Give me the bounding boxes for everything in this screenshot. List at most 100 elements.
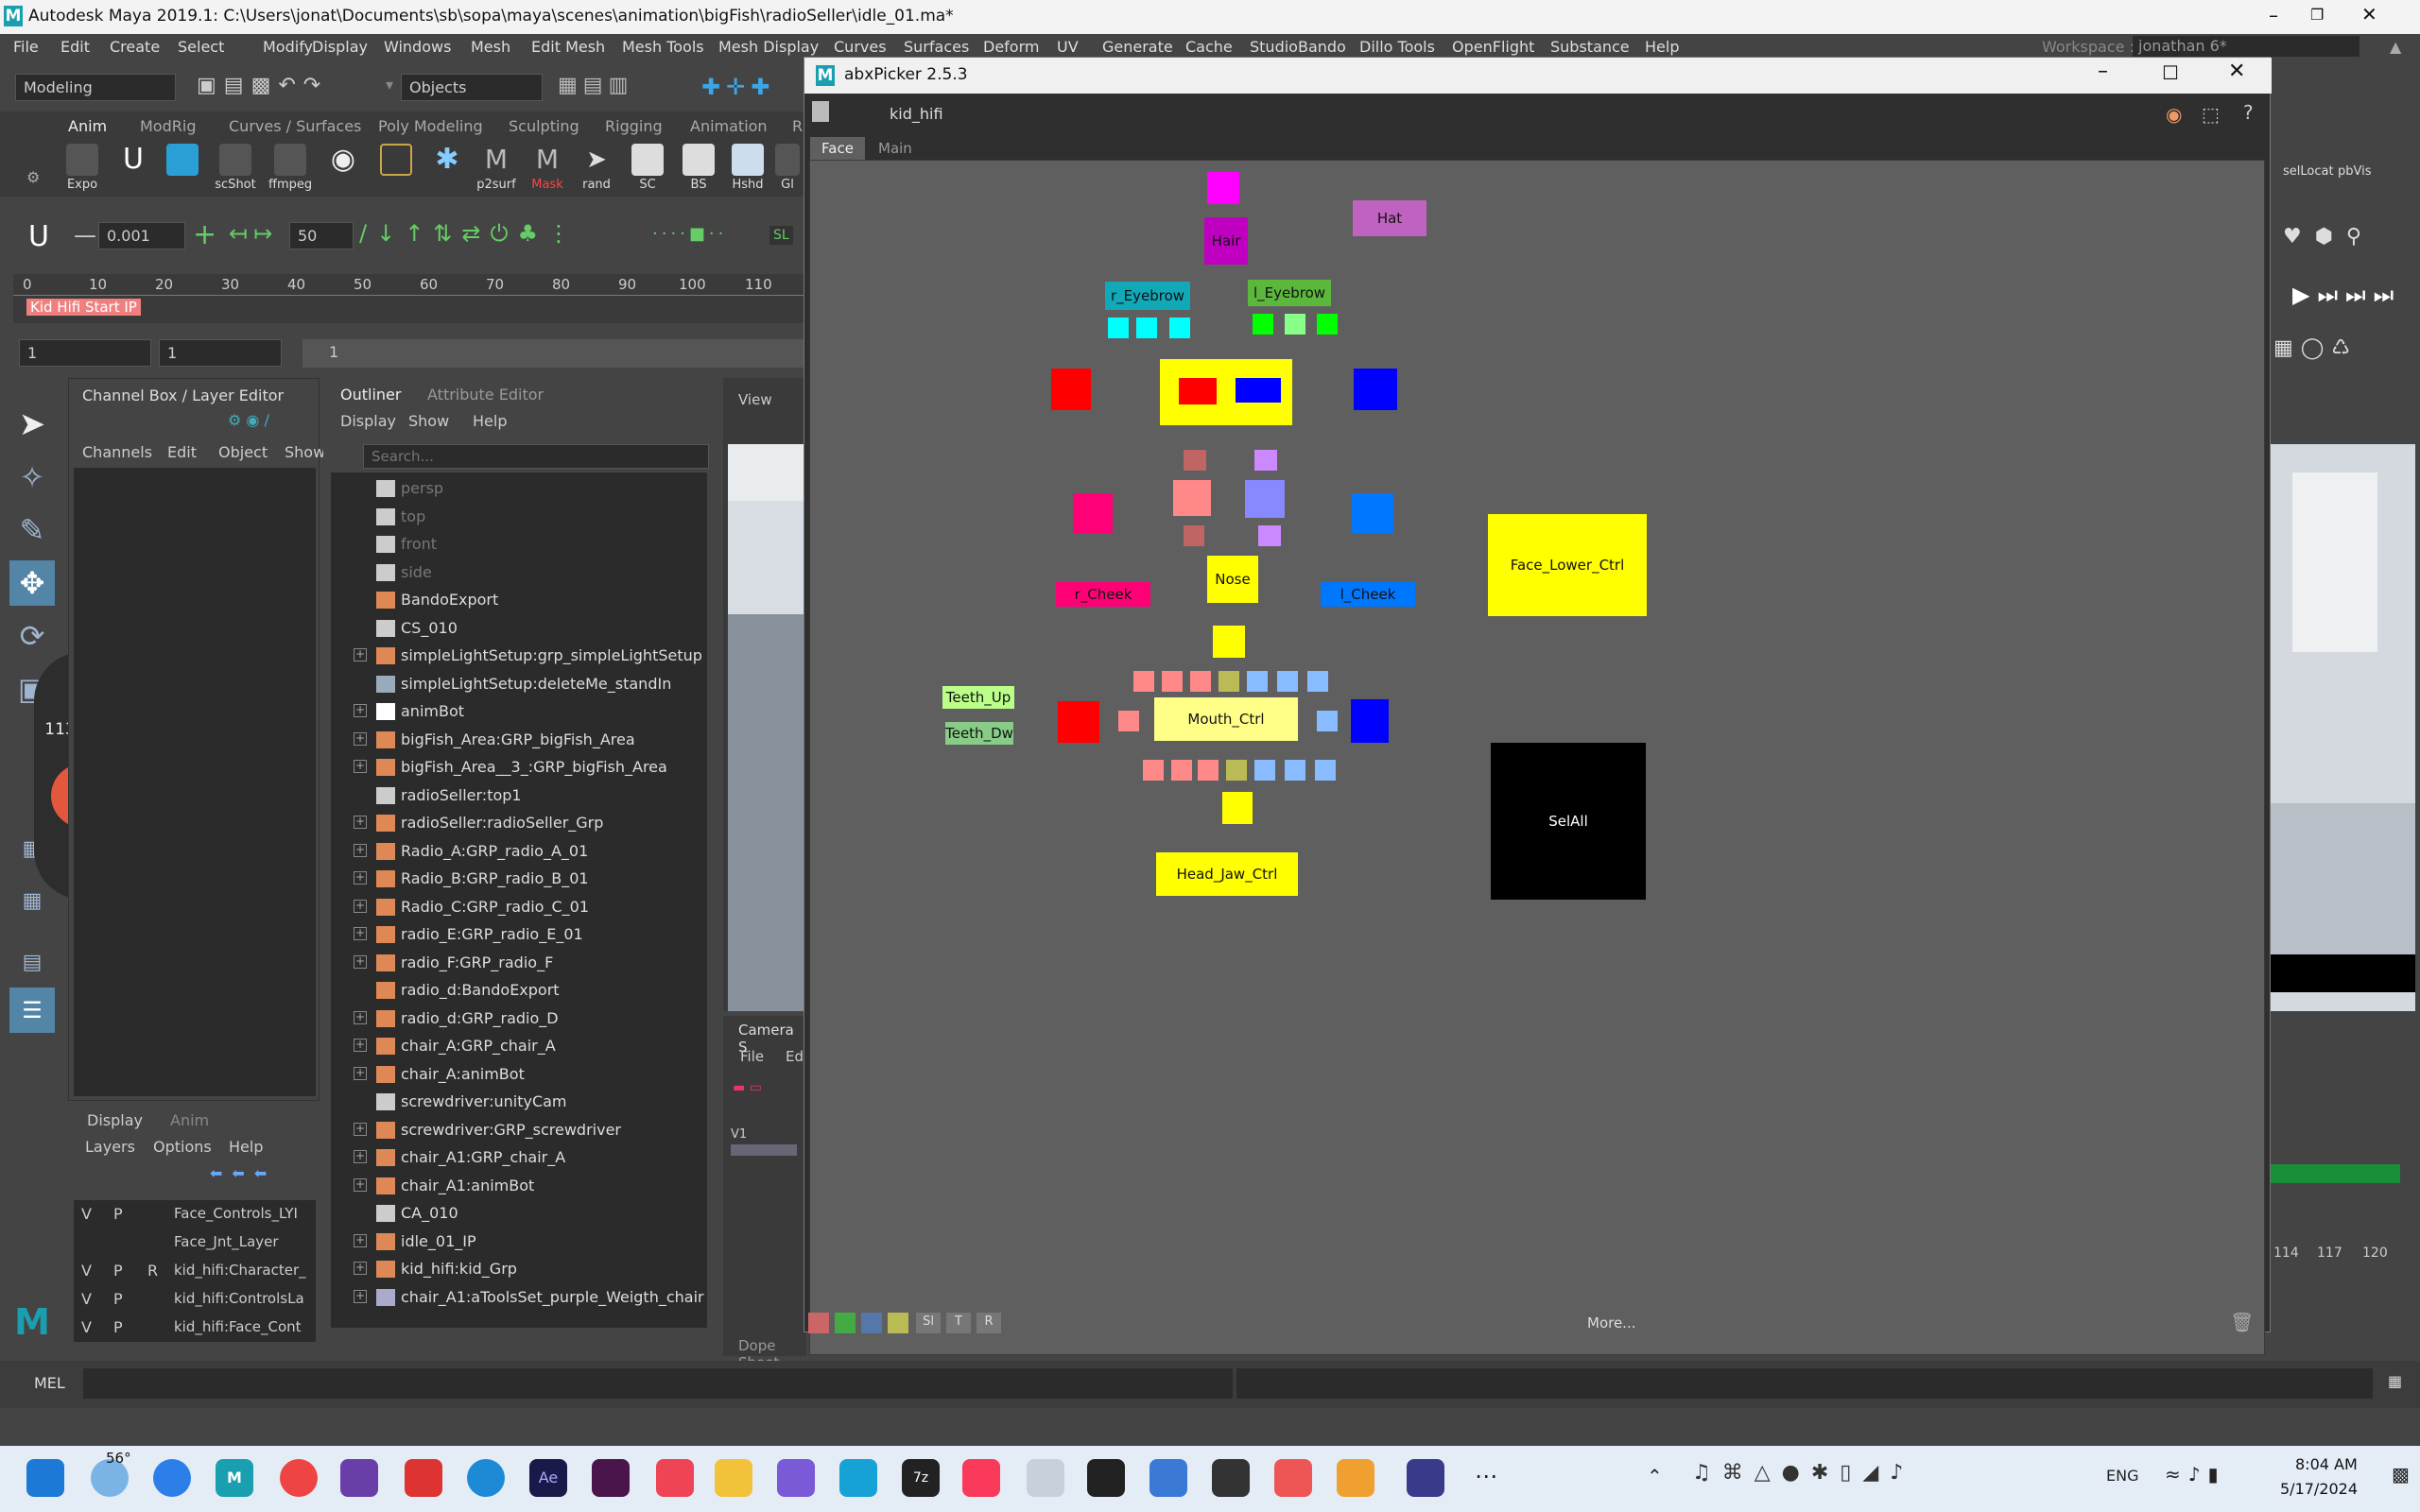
edge-icon[interactable] [467, 1459, 505, 1497]
menu-edit-mesh[interactable]: Edit Mesh [531, 38, 605, 56]
menu-create[interactable]: Create [110, 38, 160, 56]
expand-icon[interactable]: + [354, 1177, 367, 1192]
lower-lip-sub-control[interactable] [1226, 760, 1247, 781]
shelf-tab-r[interactable]: R [792, 117, 803, 135]
picker-minimize-icon[interactable]: – [2098, 60, 2108, 83]
chin-control[interactable] [1222, 792, 1253, 824]
menu-deform[interactable]: Deform [983, 38, 1039, 56]
more-button[interactable]: More... [1587, 1314, 1636, 1332]
trash-icon[interactable]: 🗑 [2230, 1311, 2254, 1333]
menu-windows[interactable]: Windows [384, 38, 451, 56]
color-swatch-blue[interactable] [861, 1313, 882, 1333]
shelf-ffmpeg-button[interactable]: ffmpeg [268, 144, 312, 193]
outliner-layout-icon[interactable]: ☰ [9, 988, 55, 1033]
layer-reference[interactable]: R [147, 1262, 158, 1280]
menu-modify[interactable]: Modify [263, 38, 313, 56]
r-mouth-corner-control[interactable] [1058, 701, 1099, 743]
outliner-item[interactable]: + idle_01_IP [331, 1228, 700, 1256]
shelf-gear-icon[interactable]: ⚙ [26, 168, 40, 186]
expand-icon[interactable]: + [354, 1010, 367, 1024]
outliner-item[interactable]: + chair_A1:GRP_chair_A [331, 1143, 700, 1172]
expand-icon[interactable]: + [354, 899, 367, 913]
outliner-menu-show[interactable]: Show [408, 412, 449, 430]
menu-mesh-tools[interactable]: Mesh Tools [622, 38, 704, 56]
outliner-item[interactable]: screwdriver:unityCam [331, 1088, 700, 1116]
r-eyebrow-control[interactable]: r_Eyebrow [1105, 282, 1190, 310]
network-volume-icons[interactable]: ≈♪▮ [2165, 1463, 2226, 1486]
plus-icon[interactable]: + [193, 218, 216, 251]
footer-r-button[interactable]: R [977, 1313, 1001, 1333]
footer-sl-button[interactable]: Sl [916, 1313, 941, 1333]
teeth-up-control[interactable]: Teeth_Up [942, 686, 1014, 709]
expand-icon[interactable]: + [354, 927, 367, 940]
channel-icons[interactable]: ⚙ ◉ ∕ [228, 411, 269, 429]
l-mouth-corner-control[interactable] [1351, 699, 1389, 743]
nose-sub-control[interactable] [1184, 450, 1206, 471]
shelf-magnet-button[interactable]: U [112, 144, 155, 193]
outliner-item[interactable]: CA_010 [331, 1199, 700, 1228]
explorer-icon[interactable] [715, 1459, 752, 1497]
shelf-tab-anim[interactable]: Anim [68, 117, 107, 135]
l-cheek-control[interactable]: l_Cheek [1321, 582, 1415, 607]
expand-icon[interactable]: + [354, 1066, 367, 1080]
r-mouth-sub-control[interactable] [1118, 711, 1139, 731]
color-swatch-yellow[interactable] [888, 1313, 908, 1333]
r-cheek-sub-control[interactable] [1073, 493, 1113, 533]
shelf-tab-curves[interactable]: Curves / Surfaces [229, 117, 361, 135]
sl-button[interactable]: SL [769, 226, 793, 245]
menu-mesh[interactable]: Mesh [471, 38, 510, 56]
channel-menu-channels[interactable]: Channels [82, 443, 152, 461]
picker-maximize-icon[interactable]: ☐ [2162, 61, 2179, 84]
start-frame-field[interactable]: 1 [19, 339, 151, 367]
app-icon[interactable] [656, 1459, 694, 1497]
l-eyebrow-control[interactable]: l_Eyebrow [1248, 280, 1331, 306]
picker-layers-icon[interactable]: ⬚ [2202, 103, 2220, 126]
outliner-item[interactable]: + chair_A:GRP_chair_A [331, 1032, 700, 1060]
mouth-control[interactable]: Mouth_Ctrl [1154, 697, 1298, 741]
upper-lip-sub-control[interactable] [1247, 671, 1268, 692]
slack-icon[interactable] [592, 1459, 630, 1497]
nose-sub-control[interactable] [1184, 525, 1204, 546]
shelf-expo-button[interactable]: Expo [60, 144, 104, 193]
layer-playback[interactable]: P [113, 1318, 123, 1336]
menu-display[interactable]: Display [312, 38, 368, 56]
restore-icon[interactable]: ❐ [2310, 6, 2324, 24]
layer-row[interactable]: V P kid_hifi:Face_Cont [74, 1314, 316, 1342]
expand-icon[interactable]: + [354, 731, 367, 746]
search-app-icon[interactable] [1337, 1459, 1374, 1497]
close-icon[interactable]: ✕ [2361, 3, 2377, 26]
lower-lip-sub-control[interactable] [1171, 760, 1192, 781]
expand-icon[interactable]: + [354, 760, 367, 773]
select-all-button[interactable]: SelAll [1491, 743, 1646, 900]
shelf-tab-rigging[interactable]: Rigging [605, 117, 663, 135]
channel-menu-object[interactable]: Object [218, 443, 268, 461]
nose-sub-control[interactable] [1258, 525, 1281, 546]
l-eyebrow-sub-control[interactable] [1317, 314, 1338, 335]
rotate-tool-icon[interactable]: ⟳ [9, 613, 55, 659]
outliner-item[interactable]: + simpleLightSetup:grp_simpleLightSetup [331, 642, 702, 670]
shelf-rand-button[interactable]: ➤ rand [575, 144, 618, 193]
shelf-mask-button[interactable]: M Mask [526, 144, 569, 193]
terminal-icon[interactable] [1212, 1459, 1250, 1497]
outliner-item[interactable]: + chair_A:animBot [331, 1060, 700, 1089]
magnet-icon[interactable]: U [28, 220, 49, 253]
teeth-dw-control[interactable]: Teeth_Dw [945, 722, 1013, 745]
objects-dropdown[interactable]: Objects [401, 74, 543, 101]
more-apps-icon[interactable]: ⋯ [1475, 1463, 1497, 1489]
expand-icon[interactable]: + [354, 648, 367, 662]
sequencer-clip[interactable] [731, 1144, 797, 1156]
menu-cache[interactable]: Cache [1185, 38, 1233, 56]
shelf-gl-button[interactable]: Gl [773, 144, 802, 193]
l-eye-outer-control[interactable] [1354, 369, 1397, 410]
l-eyebrow-sub-control[interactable] [1285, 314, 1305, 335]
shelf-label[interactable]: pbVis [2338, 164, 2372, 179]
outliner-item[interactable]: + Radio_B:GRP_radio_B_01 [331, 865, 700, 893]
file-icons[interactable]: ▣▤▩↶↷ [197, 74, 386, 102]
figma-icon[interactable] [1087, 1459, 1125, 1497]
clock-date[interactable]: 5/17/2024 [2280, 1480, 2358, 1498]
expand-icon[interactable]: + [354, 1150, 367, 1163]
timeline-marker[interactable]: Kid Hifi Start IP [26, 299, 141, 316]
menu-uv[interactable]: UV [1057, 38, 1079, 56]
channel-area[interactable] [74, 468, 316, 1096]
outliner-item[interactable]: + radioSeller:radioSeller_Grp [331, 809, 700, 837]
